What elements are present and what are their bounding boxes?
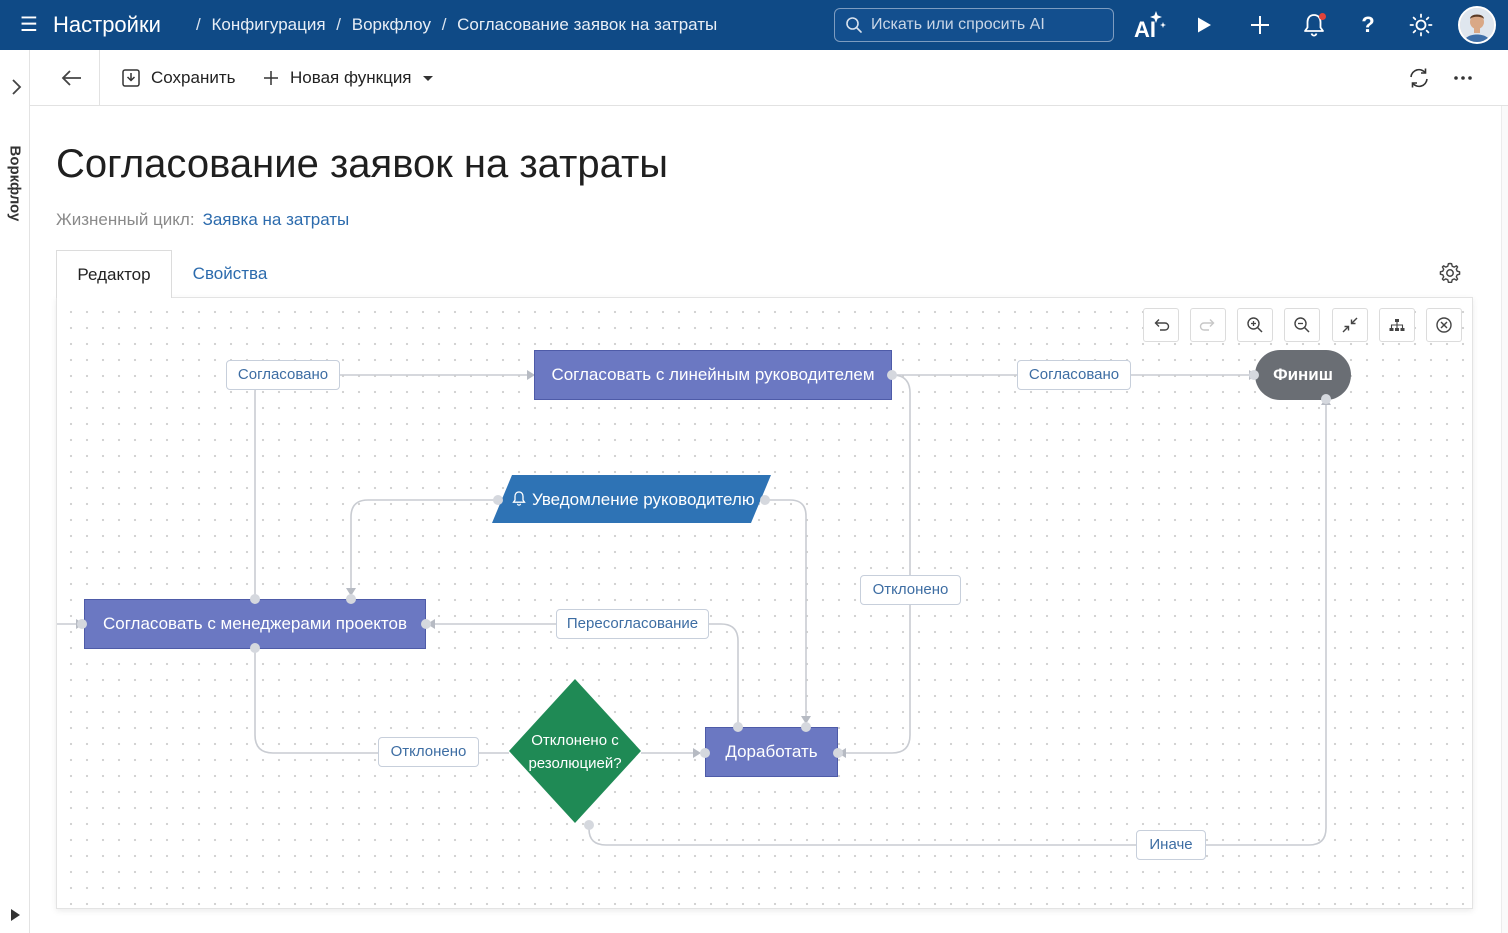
breadcrumb-item-current: Согласование заявок на затраты	[457, 15, 718, 34]
connection-port[interactable]	[77, 619, 87, 629]
sun-icon[interactable]	[1404, 8, 1438, 42]
breadcrumb-item-workflow[interactable]: Воркфлоу	[352, 15, 431, 34]
lifecycle-label: Жизненный цикл:	[56, 210, 195, 229]
ai-sparkle-icon[interactable]: AI	[1133, 8, 1167, 42]
ai-label: AI	[1134, 17, 1156, 42]
page-title: Согласование заявок на затраты	[56, 142, 669, 186]
play-icon[interactable]	[1187, 8, 1221, 42]
connection-port[interactable]	[250, 594, 260, 604]
app-title[interactable]: Настройки	[53, 12, 161, 38]
toolbar-divider	[99, 50, 100, 106]
bell-icon[interactable]	[1297, 8, 1331, 42]
edge-label-otherwise[interactable]: Иначе	[1136, 830, 1206, 860]
node-finish[interactable]: Финиш	[1255, 350, 1351, 400]
more-options-icon[interactable]	[1450, 66, 1476, 90]
lifecycle-link[interactable]: Заявка на затраты	[203, 210, 350, 229]
search-box[interactable]	[834, 8, 1114, 42]
connection-port[interactable]	[584, 820, 594, 830]
edge-label-reapproval[interactable]: Пересогласование	[556, 609, 709, 639]
scrollbar[interactable]	[1501, 106, 1508, 933]
back-arrow-icon[interactable]	[58, 66, 86, 90]
help-icon[interactable]: ?	[1351, 8, 1385, 42]
chevron-right-icon[interactable]	[6, 76, 26, 98]
side-rail: Воркфлоу	[0, 50, 30, 933]
search-input[interactable]	[871, 13, 1107, 37]
edge-label-approved[interactable]: Согласовано	[226, 360, 340, 390]
gear-icon[interactable]	[1438, 261, 1462, 285]
caret-down-icon	[422, 76, 433, 81]
node-decision-line1: Отклонено с	[531, 732, 619, 749]
breadcrumb: / Конфигурация / Воркфлоу / Согласование…	[190, 15, 717, 35]
breadcrumb-separator: /	[336, 15, 342, 34]
connection-port[interactable]	[760, 495, 770, 505]
connection-port[interactable]	[250, 643, 260, 653]
connection-port[interactable]	[421, 619, 431, 629]
save-icon	[122, 69, 140, 87]
connection-port[interactable]	[1321, 394, 1331, 404]
connection-port[interactable]	[887, 370, 897, 380]
workflow-canvas[interactable]: Согласовать с линейным руководителем Фин…	[56, 297, 1473, 909]
node-decision-line2: резолюцией?	[528, 755, 621, 772]
breadcrumb-item-configuration[interactable]: Конфигурация	[211, 15, 325, 34]
edge-label-rejected[interactable]: Отклонено	[378, 737, 479, 767]
edge-notification-to-rework	[765, 499, 807, 723]
connection-port[interactable]	[346, 594, 356, 604]
edge-line-manager-rejected-to-rework	[840, 374, 911, 754]
tab-properties[interactable]: Свойства	[182, 250, 278, 298]
connection-port[interactable]	[1249, 370, 1259, 380]
connection-port[interactable]	[493, 495, 503, 505]
top-bar: ☰ Настройки / Конфигурация / Воркфлоу / …	[0, 0, 1508, 50]
node-approve-line-manager[interactable]: Согласовать с линейным руководителем	[534, 350, 892, 400]
tab-editor[interactable]: Редактор	[56, 250, 172, 298]
plus-icon[interactable]	[1243, 8, 1277, 42]
edge-label-approved[interactable]: Согласовано	[1017, 360, 1131, 390]
expand-arrow-icon[interactable]	[9, 908, 21, 922]
save-button[interactable]: Сохранить	[121, 64, 235, 92]
new-function-button[interactable]: Новая функция	[262, 64, 434, 92]
edge-label-rejected[interactable]: Отклонено	[860, 575, 961, 605]
connection-port[interactable]	[700, 748, 710, 758]
breadcrumb-separator: /	[441, 15, 447, 34]
notification-dot	[1319, 13, 1326, 20]
toolbar: Сохранить Новая функция	[30, 50, 1508, 106]
lifecycle-row: Жизненный цикл: Заявка на затраты	[56, 210, 349, 230]
node-decision[interactable]: Отклонено с резолюцией?	[509, 679, 641, 823]
menu-icon[interactable]: ☰	[14, 13, 44, 37]
connection-port[interactable]	[833, 748, 843, 758]
plus-icon	[264, 71, 278, 85]
avatar[interactable]	[1458, 6, 1496, 44]
node-rework[interactable]: Доработать	[705, 727, 838, 777]
node-notify-manager-label: Уведомление руководителю	[532, 490, 755, 509]
node-approve-project-managers[interactable]: Согласовать с менеджерами проектов	[84, 599, 426, 649]
connection-port[interactable]	[801, 722, 811, 732]
new-function-label: Новая функция	[290, 68, 412, 87]
node-notify-manager[interactable]: Уведомление руководителю	[492, 475, 772, 523]
breadcrumb-separator: /	[196, 15, 201, 34]
search-icon	[846, 17, 862, 33]
edge-notification-to-project-managers	[350, 499, 498, 595]
connection-port[interactable]	[733, 722, 743, 732]
side-rail-label[interactable]: Воркфлоу	[7, 146, 24, 222]
refresh-icon[interactable]	[1406, 66, 1432, 90]
save-button-label: Сохранить	[151, 68, 236, 87]
